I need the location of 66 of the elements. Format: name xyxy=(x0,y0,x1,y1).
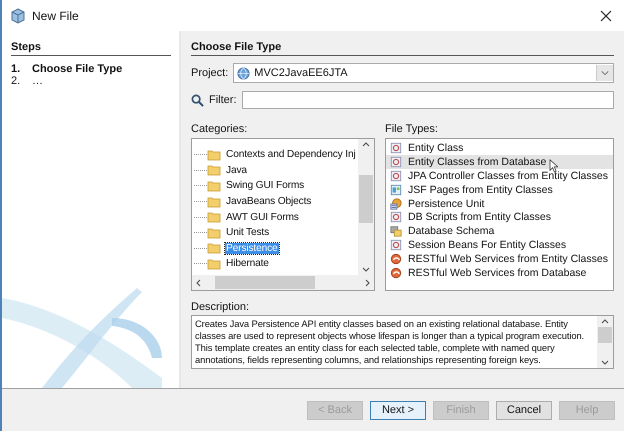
pointer-icon xyxy=(549,158,558,173)
dialog-button[interactable]: Cancel xyxy=(496,400,552,420)
step-number: 1. xyxy=(11,63,22,75)
chevron-down-icon xyxy=(596,65,613,81)
folder-icon xyxy=(207,210,221,224)
category-item[interactable]: Hibernate xyxy=(225,258,270,270)
category-item[interactable]: AWT GUI Forms xyxy=(225,212,300,223)
chevron-down-icon xyxy=(601,360,609,365)
database-file-icon xyxy=(390,198,402,210)
folder-icon xyxy=(207,148,221,162)
folder-icon xyxy=(207,226,221,240)
web-service-icon xyxy=(390,266,402,279)
category-item[interactable]: Swing GUI Forms xyxy=(225,180,306,192)
folder-icon xyxy=(207,194,221,209)
folder-icon xyxy=(207,256,221,271)
class-file-icon xyxy=(390,239,402,252)
project-dropdown[interactable]: MVC2JavaEE6JTA xyxy=(233,63,614,83)
file-type-item[interactable]: RESTful Web Services from Database xyxy=(386,266,613,280)
steps-heading: Steps xyxy=(11,39,171,56)
category-item[interactable]: JavaBeans Objects xyxy=(225,196,312,208)
file-type-item[interactable]: Entity Class xyxy=(386,141,613,155)
filter-field[interactable] xyxy=(242,91,614,109)
globe-icon xyxy=(237,66,250,80)
category-item[interactable]: Java xyxy=(225,164,248,176)
step-number: 2. xyxy=(11,75,22,87)
chevron-right-icon xyxy=(365,278,370,286)
search-icon xyxy=(191,94,204,106)
step-label: Choose File Type xyxy=(32,63,122,75)
chevron-left-icon xyxy=(196,278,201,286)
page-icon xyxy=(390,184,402,196)
class-file-icon xyxy=(390,211,402,224)
panel-heading: Choose File Type xyxy=(191,39,614,56)
file-type-item[interactable]: Database Schema xyxy=(386,224,613,238)
vertical-scrollbar[interactable] xyxy=(597,316,613,368)
close-icon[interactable] xyxy=(600,10,612,22)
class-file-icon xyxy=(390,142,402,154)
file-type-item[interactable]: RESTful Web Services from Entity Classes xyxy=(386,252,613,266)
file-type-item[interactable]: Persistence Unit xyxy=(386,196,613,210)
window-title: New File xyxy=(32,8,79,22)
cube-icon xyxy=(10,8,26,24)
category-item[interactable]: Unit Tests xyxy=(225,227,270,238)
project-label: Project: xyxy=(191,67,228,79)
file-types-label: File Types: xyxy=(385,123,439,135)
description-label: Description: xyxy=(191,301,250,313)
category-item[interactable]: Contexts and Dependency Inj xyxy=(225,149,357,160)
file-type-item[interactable]: Session Beans For Entity Classes xyxy=(386,238,613,252)
dialog-button[interactable]: Next > xyxy=(370,400,426,420)
file-type-item[interactable]: JPA Controller Classes from Entity Classes xyxy=(386,168,613,183)
horizontal-scrollbar[interactable] xyxy=(192,275,374,290)
class-file-icon xyxy=(390,170,402,182)
categories-label: Categories: xyxy=(191,123,248,135)
chevron-up-icon xyxy=(362,142,370,147)
database-icon xyxy=(390,225,402,238)
web-service-icon xyxy=(390,253,402,266)
file-type-item[interactable]: JSF Pages from Entity Classes xyxy=(386,182,613,197)
chevron-down-icon xyxy=(362,267,370,272)
folder-icon xyxy=(207,178,221,193)
folder-icon xyxy=(207,163,221,178)
folder-icon xyxy=(207,241,221,256)
class-file-icon xyxy=(390,156,402,168)
vertical-scrollbar[interactable] xyxy=(358,139,374,275)
filter-label: Filter: xyxy=(209,94,236,106)
file-type-item[interactable]: DB Scripts from Entity Classes xyxy=(386,210,613,224)
description-text: Creates Java Persistence API entity classes based on an existing relational database. Entity classes are used to represent objects whose lifespan is longer than a typical program execution. This template creates an entity class for each selected table, complete with named query annotations, fields representing columns, and relationships representing foreign keys. xyxy=(194,317,586,367)
step-label: … xyxy=(32,75,43,87)
chevron-up-icon xyxy=(601,319,609,324)
